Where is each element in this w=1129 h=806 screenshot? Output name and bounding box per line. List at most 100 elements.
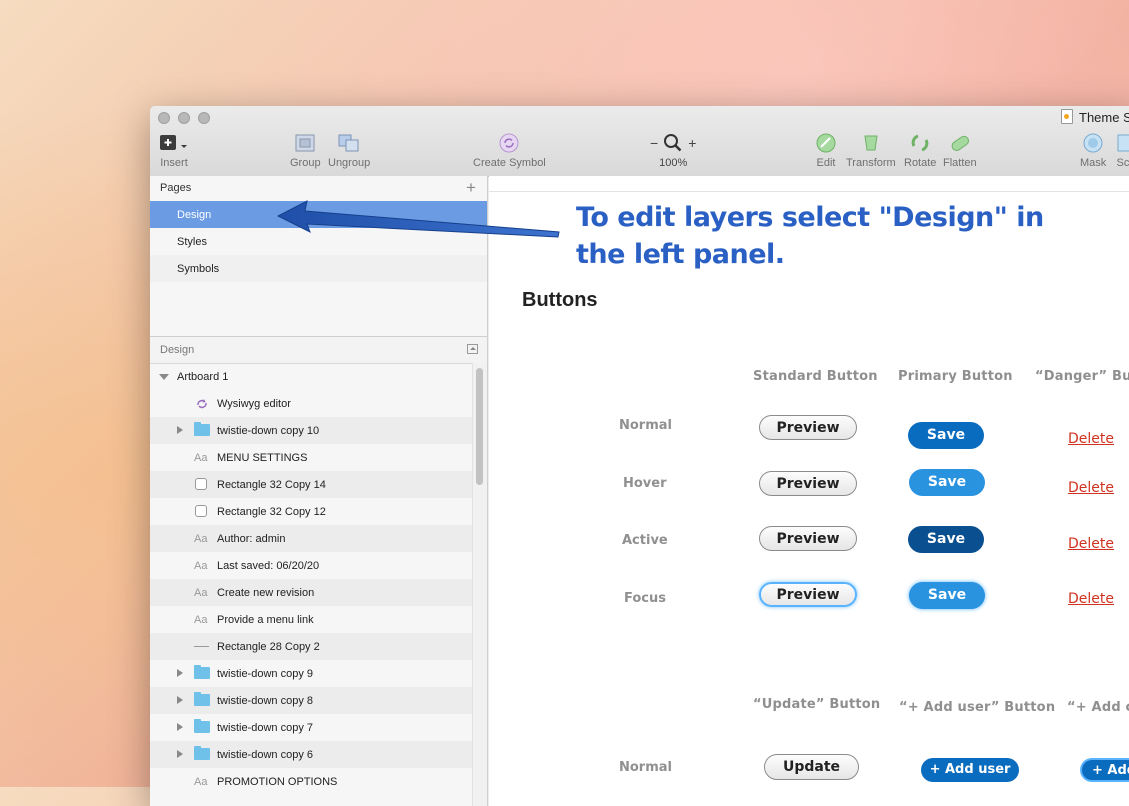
transform-button[interactable]: Transform: [846, 132, 896, 169]
layer-item[interactable]: Aa Last saved: 06/20/20: [150, 552, 472, 579]
text-layer-icon: Aa: [194, 533, 208, 545]
layer-item[interactable]: twistie-down copy 8: [150, 687, 472, 714]
page-item-styles[interactable]: Styles: [150, 228, 487, 255]
layer-item[interactable]: Aa Author: admin: [150, 525, 472, 552]
annotation-callout: To edit layers select "Design" in the le…: [576, 199, 1044, 273]
close-window-button[interactable]: [158, 112, 170, 124]
layer-label: twistie-down copy 10: [217, 425, 320, 437]
page-item-design[interactable]: Design: [150, 201, 487, 228]
layer-label: Last saved: 06/20/20: [217, 560, 320, 572]
layer-item[interactable]: Aa PROMOTION OPTIONS: [150, 768, 472, 795]
ungroup-button[interactable]: Ungroup: [328, 132, 370, 169]
layer-item[interactable]: twistie-down copy 9: [150, 660, 472, 687]
layer-item[interactable]: Wysiwyg editor: [150, 390, 472, 417]
layer-label: Wysiwyg editor: [217, 398, 291, 410]
layer-label: Create new revision: [217, 587, 315, 599]
layers-scrollbar[interactable]: [472, 363, 487, 806]
disclosure-right-icon[interactable]: [177, 669, 183, 677]
text-layer-icon: Aa: [194, 452, 208, 464]
zoom-level: 100%: [659, 157, 688, 169]
layer-artboard[interactable]: Artboard 1: [150, 363, 472, 390]
group-icon: [290, 132, 321, 154]
flatten-button[interactable]: Flatten: [943, 132, 977, 169]
column-header-primary: Primary Button: [898, 369, 1013, 384]
layer-list: Artboard 1 Wysiwyg editor twistie-down c…: [150, 363, 472, 806]
add-page-button[interactable]: +: [466, 178, 476, 198]
scrollbar-thumb[interactable]: [476, 368, 483, 485]
rotate-button[interactable]: Rotate: [904, 132, 936, 169]
layer-item[interactable]: Aa Provide a menu link: [150, 606, 472, 633]
delete-link-focus[interactable]: Delete: [1068, 591, 1114, 607]
ungroup-icon: [328, 132, 370, 154]
save-button-hover[interactable]: Save: [909, 469, 985, 496]
page-item-label: Styles: [177, 236, 207, 248]
layer-label: twistie-down copy 6: [217, 749, 313, 761]
disclosure-right-icon[interactable]: [177, 723, 183, 731]
transform-label: Transform: [846, 157, 896, 169]
zoom-in-button[interactable]: +: [688, 135, 696, 151]
canvas[interactable]: To edit layers select "Design" in the le…: [489, 176, 1129, 806]
preview-button-focus[interactable]: Preview: [759, 582, 857, 607]
layer-label: Rectangle 32 Copy 12: [217, 506, 326, 518]
symbol-icon: [194, 396, 210, 411]
preview-button-active[interactable]: Preview: [759, 526, 857, 551]
mask-icon: [1080, 132, 1106, 154]
scale-button[interactable]: Sca: [1115, 132, 1129, 169]
add-user-button[interactable]: + Add user: [921, 758, 1019, 782]
layer-item[interactable]: twistie-down copy 7: [150, 714, 472, 741]
layer-item[interactable]: twistie-down copy 6: [150, 741, 472, 768]
layer-item[interactable]: Rectangle 32 Copy 12: [150, 498, 472, 525]
disclosure-down-icon[interactable]: [159, 374, 169, 380]
create-symbol-icon: [473, 132, 546, 154]
preview-button-normal[interactable]: Preview: [759, 415, 857, 440]
layer-item[interactable]: Rectangle 32 Copy 14: [150, 471, 472, 498]
row-label-active: Active: [622, 533, 668, 548]
layer-item[interactable]: Aa Create new revision: [150, 579, 472, 606]
mask-button[interactable]: Mask: [1080, 132, 1106, 169]
delete-link-normal[interactable]: Delete: [1068, 431, 1114, 447]
folder-icon: [194, 422, 210, 436]
scale-icon: [1115, 132, 1129, 154]
zoom-control[interactable]: − + 100%: [650, 132, 696, 169]
layer-item[interactable]: Aa MENU SETTINGS: [150, 444, 472, 471]
layer-label: twistie-down copy 8: [217, 695, 313, 707]
save-button-normal[interactable]: Save: [908, 422, 984, 449]
page-item-symbols[interactable]: Symbols: [150, 255, 487, 282]
edit-label: Edit: [816, 157, 836, 169]
edit-icon: [815, 132, 837, 154]
rectangle-icon: [195, 505, 207, 517]
update-button[interactable]: Update: [764, 754, 859, 780]
rotate-label: Rotate: [904, 157, 937, 169]
edit-button[interactable]: Edit: [815, 132, 837, 169]
delete-link-active[interactable]: Delete: [1068, 536, 1114, 552]
rotate-icon: [904, 132, 936, 154]
preview-button-hover[interactable]: Preview: [759, 471, 857, 496]
delete-link-hover[interactable]: Delete: [1068, 480, 1114, 496]
layer-item[interactable]: Rectangle 28 Copy 2: [150, 633, 472, 660]
mask-label: Mask: [1080, 157, 1107, 169]
minimize-window-button[interactable]: [178, 112, 190, 124]
sidebar: Pages + Design Styles Symbols Design Art…: [150, 176, 488, 806]
disclosure-right-icon[interactable]: [177, 426, 183, 434]
column-header-danger: “Danger” Butto: [1035, 369, 1129, 384]
zoom-out-button[interactable]: −: [650, 135, 658, 151]
zoom-icons: − +: [650, 132, 696, 154]
group-button[interactable]: Group: [290, 132, 321, 169]
disclosure-right-icon[interactable]: [177, 696, 183, 704]
zoom-window-button[interactable]: [198, 112, 210, 124]
layer-label: Artboard 1: [177, 371, 229, 383]
disclosure-right-icon[interactable]: [177, 750, 183, 758]
insert-button[interactable]: Insert: [159, 132, 189, 169]
add-other-button[interactable]: + Add: [1080, 758, 1129, 782]
create-symbol-button[interactable]: Create Symbol: [473, 132, 546, 169]
collapse-icon[interactable]: [467, 344, 478, 354]
layer-item[interactable]: twistie-down copy 10: [150, 417, 472, 444]
text-layer-icon: Aa: [194, 614, 208, 626]
save-button-active[interactable]: Save: [908, 526, 984, 553]
column-header-add-other: “+ Add co: [1067, 700, 1129, 715]
layer-label: twistie-down copy 7: [217, 722, 313, 734]
flatten-label: Flatten: [943, 157, 977, 169]
line-icon: [194, 646, 209, 647]
row-label-normal: Normal: [619, 418, 672, 433]
save-button-focus[interactable]: Save: [909, 582, 985, 609]
